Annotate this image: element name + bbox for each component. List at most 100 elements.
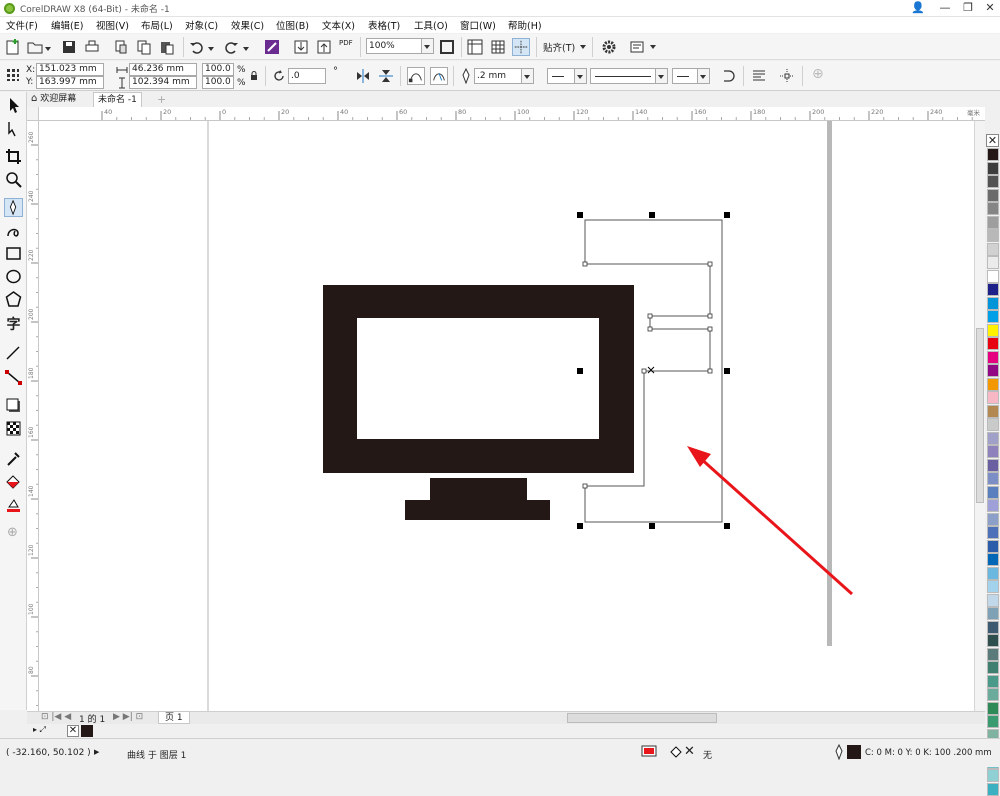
ellipse-tool-icon[interactable] (4, 267, 23, 286)
add-tool-icon[interactable]: ⊕ (7, 525, 18, 540)
palette-swatch[interactable] (987, 485, 999, 499)
palette-swatch[interactable] (987, 431, 999, 445)
palette-swatch[interactable] (987, 539, 999, 553)
palette-swatch[interactable] (987, 782, 999, 796)
rectangle-tool-icon[interactable] (4, 244, 23, 263)
page-nav-buttons-icon[interactable]: ⊡ |◀ ◀ (41, 712, 71, 722)
polygon-tool-icon[interactable] (4, 290, 23, 309)
drawing-canvas[interactable] (39, 121, 985, 711)
restore-button[interactable]: ❐ (960, 1, 976, 15)
start-arrow-dropdown-icon[interactable] (575, 68, 587, 84)
no-color-swatch[interactable]: ✕ (986, 134, 999, 147)
palette-swatch[interactable] (987, 620, 999, 634)
quick-trace-icon[interactable] (778, 67, 796, 85)
vertical-scrollbar[interactable] (974, 121, 985, 711)
palette-swatch[interactable] (987, 701, 999, 715)
width-input[interactable]: 46.236 mm (129, 63, 197, 76)
palette-swatch[interactable] (987, 188, 999, 202)
object-origin-icon[interactable] (6, 68, 20, 82)
palette-swatch[interactable] (987, 553, 999, 566)
minimize-button[interactable]: — (937, 1, 953, 15)
text-tool-icon[interactable]: 字 (4, 314, 23, 333)
palette-swatch[interactable] (987, 323, 999, 337)
palette-swatch[interactable] (987, 296, 999, 310)
palette-swatch[interactable] (987, 647, 999, 661)
menu-layout[interactable]: 布局(L) (141, 18, 173, 32)
show-guidelines-icon[interactable] (512, 38, 530, 56)
eyedropper-tool-icon[interactable] (4, 449, 23, 468)
menu-help[interactable]: 帮助(H) (508, 18, 542, 32)
vertical-ruler[interactable]: 260240220200180160140120100806040 (27, 121, 39, 711)
connector-tool-icon[interactable] (4, 368, 23, 387)
line-style-dropdown-icon[interactable] (656, 68, 668, 84)
palette-swatch[interactable] (987, 391, 999, 404)
cut-icon[interactable] (112, 38, 130, 56)
palette-swatch[interactable] (987, 418, 999, 431)
palette-swatch[interactable] (987, 688, 999, 701)
user-icon[interactable]: 👤 (910, 1, 926, 15)
import-icon[interactable] (292, 38, 310, 56)
palette-swatch[interactable] (987, 472, 999, 485)
palette-swatch[interactable] (987, 661, 999, 674)
scale-y-input[interactable]: 100.0 (202, 76, 234, 89)
zoom-level-input[interactable]: 100% (366, 38, 422, 54)
paste-icon[interactable] (158, 38, 176, 56)
rotation-angle-input[interactable]: .0 (288, 68, 326, 84)
palette-swatch[interactable] (987, 202, 999, 215)
menu-text[interactable]: 文本(X) (322, 18, 355, 32)
full-screen-preview-icon[interactable] (438, 38, 456, 56)
freehand-tool-icon[interactable] (4, 198, 23, 217)
page-tab[interactable]: 页 1 (158, 711, 190, 724)
artistic-media-tool-icon[interactable] (4, 221, 23, 240)
publish-pdf-icon[interactable]: PDF (339, 39, 353, 47)
doc-black-swatch[interactable] (81, 725, 93, 737)
undo-icon[interactable] (188, 38, 206, 56)
mirror-vertical-icon[interactable] (377, 67, 395, 85)
palette-swatch[interactable] (987, 242, 999, 256)
application-launcher-icon[interactable] (628, 38, 646, 56)
menu-file[interactable]: 文件(F) (6, 18, 38, 32)
pick-tool-icon[interactable] (4, 96, 23, 115)
palette-swatch[interactable] (987, 526, 999, 539)
palette-swatch[interactable] (987, 769, 999, 782)
vertical-scroll-thumb[interactable] (976, 328, 984, 503)
line-style-select[interactable] (590, 68, 656, 84)
crop-tool-icon[interactable] (4, 147, 23, 166)
launcher-dropdown-icon[interactable] (650, 45, 656, 49)
palette-swatch[interactable] (987, 404, 999, 418)
save-icon[interactable] (60, 38, 78, 56)
new-tab-icon[interactable]: + (157, 93, 166, 106)
menu-tools[interactable]: 工具(O) (414, 18, 448, 32)
horizontal-scroll-thumb[interactable] (567, 713, 717, 723)
palette-swatch[interactable] (987, 215, 999, 229)
palette-swatch[interactable] (987, 337, 999, 350)
palette-swatch[interactable] (987, 350, 999, 364)
shape-tool-icon[interactable] (4, 119, 23, 138)
palette-swatch[interactable] (987, 593, 999, 607)
palette-swatch[interactable] (987, 364, 999, 377)
close-button[interactable]: ✕ (982, 1, 998, 15)
menu-table[interactable]: 表格(T) (368, 18, 400, 32)
menu-window[interactable]: 窗口(W) (460, 18, 496, 32)
redo-dropdown-icon[interactable] (243, 47, 249, 51)
copy-icon[interactable] (135, 38, 153, 56)
mirror-horizontal-icon[interactable] (354, 67, 372, 85)
outline-width-dropdown-icon[interactable] (522, 68, 534, 84)
edit-nodes-icon[interactable] (430, 67, 448, 85)
print-icon[interactable] (83, 38, 101, 56)
snap-to-menu[interactable]: 贴齐(T) (543, 40, 575, 54)
doc-no-color-swatch[interactable]: ✕ (67, 725, 79, 737)
scale-x-input[interactable]: 100.0 (202, 63, 234, 76)
palette-swatch[interactable] (987, 175, 999, 188)
menu-bitmap[interactable]: 位图(B) (276, 18, 309, 32)
drop-shadow-tool-icon[interactable] (4, 396, 23, 415)
palette-swatch[interactable] (987, 283, 999, 296)
x-position-input[interactable]: 151.023 mm (36, 63, 104, 76)
end-arrow-dropdown-icon[interactable] (698, 68, 710, 84)
palette-swatch[interactable] (987, 256, 999, 269)
options-gear-icon[interactable] (600, 38, 618, 56)
undo-dropdown-icon[interactable] (208, 47, 214, 51)
show-grid-icon[interactable] (489, 38, 507, 56)
status-expand-icon[interactable]: ▶ (94, 748, 99, 756)
export-icon[interactable] (315, 38, 333, 56)
